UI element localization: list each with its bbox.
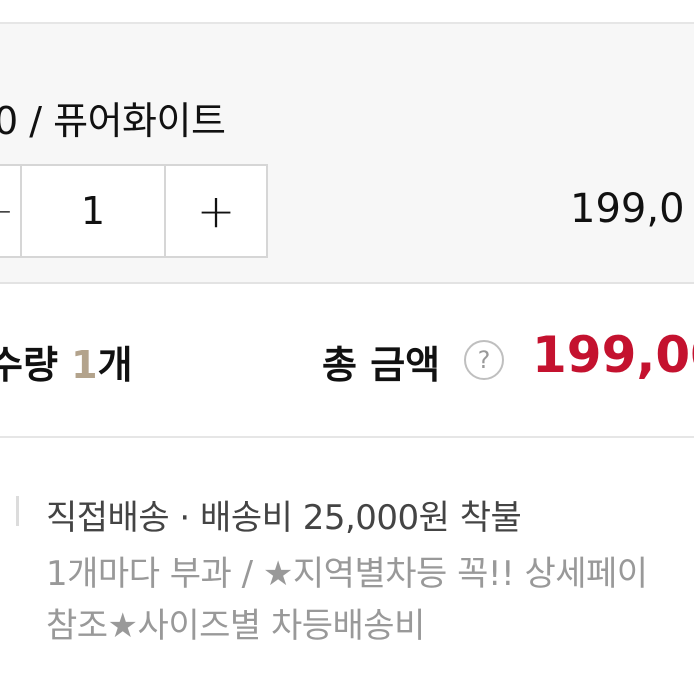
shipping-method: 직접배송 · 배송비 25,000원 착불 xyxy=(46,498,522,538)
quantity-stepper: − 1 + xyxy=(0,164,268,258)
selected-option-panel: 0 / 퓨어화이트 − 1 + 199,0 xyxy=(0,24,694,284)
count-value: 1 xyxy=(71,343,98,387)
option-price: 199,0 xyxy=(570,186,685,232)
section-divider xyxy=(0,436,694,438)
total-count: 수량 1개 xyxy=(0,334,133,389)
increase-button[interactable]: + xyxy=(166,166,266,256)
count-suffix: 개 xyxy=(97,343,133,387)
minus-icon: − xyxy=(0,201,12,221)
option-name: 0 / 퓨어화이트 xyxy=(0,99,226,143)
total-price: 199,00 xyxy=(532,326,694,384)
count-prefix: 수량 xyxy=(0,343,58,387)
order-summary: 수량 1개 총 금액 ? 199,00 xyxy=(0,282,694,436)
decrease-button[interactable]: − xyxy=(0,166,22,256)
plus-icon: + xyxy=(196,184,236,238)
shipping-note-line1: 1개마다 부과 / ★지역별차등 꼭!! 상세페이 xyxy=(46,554,648,594)
shipping-note-line2: 참조★사이즈별 차등배송비 xyxy=(46,606,425,646)
help-icon[interactable]: ? xyxy=(464,340,504,380)
shipping-marker xyxy=(16,496,19,526)
total-amount-label: 총 금액 xyxy=(322,343,441,387)
quantity-input[interactable]: 1 xyxy=(22,166,166,256)
